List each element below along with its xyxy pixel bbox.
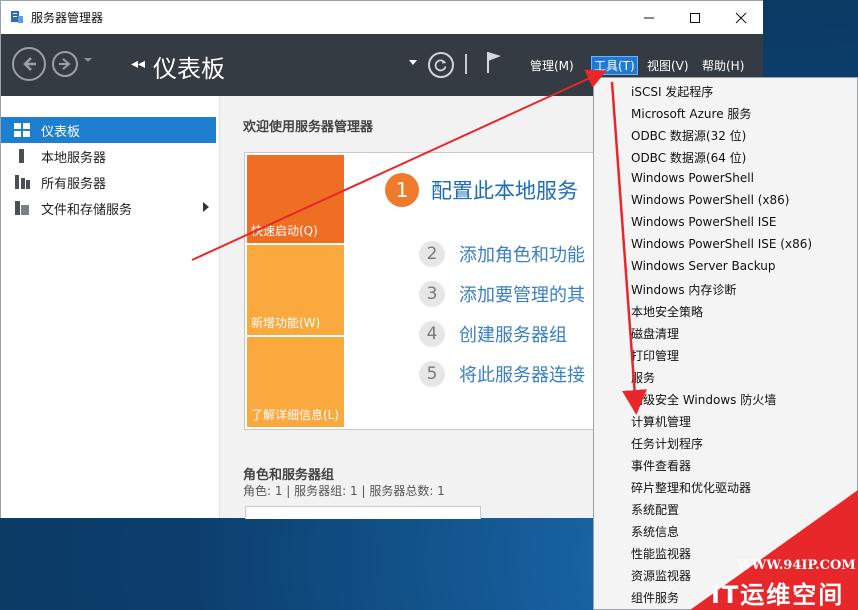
watermark-brand: IT运维空间 <box>711 581 845 609</box>
annotation-arrow-to-computer-management <box>610 81 648 415</box>
watermark-url: WWW.94IP.COM <box>737 558 856 573</box>
annotation-arrow-to-tools <box>191 69 607 261</box>
annotation-arrows <box>191 69 858 610</box>
